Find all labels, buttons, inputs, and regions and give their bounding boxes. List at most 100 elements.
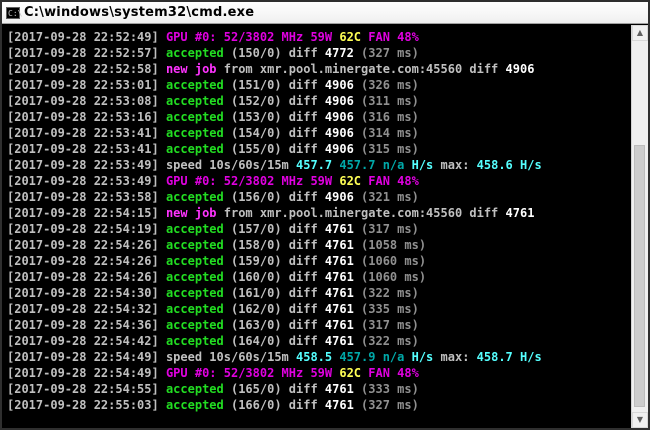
console-text: 458.6 H/s — [476, 158, 542, 172]
console-text: [2017-09-28 22:54:15] — [7, 206, 166, 220]
console-text: GPU #0: 52/3802 MHz 59W — [165, 366, 340, 380]
console-text: (311 ms) — [361, 94, 419, 108]
console-line: [2017-09-28 22:54:49] speed 10s/60s/15m … — [7, 349, 634, 365]
console-text: H/s — [411, 350, 441, 364]
console-text: (162/0) diff — [230, 302, 325, 316]
console-text: [2017-09-28 22:54:26] — [7, 270, 166, 284]
console-text: accepted — [165, 254, 231, 268]
console-line: [2017-09-28 22:53:08] accepted (152/0) d… — [7, 93, 634, 109]
console-text: new job — [165, 62, 224, 76]
console-text: 4906 — [324, 110, 362, 124]
console-text: accepted — [165, 78, 231, 92]
console-text: (161/0) diff — [230, 286, 325, 300]
console-line: [2017-09-28 22:53:16] accepted (153/0) d… — [7, 109, 634, 125]
console-text: (316 ms) — [361, 110, 419, 124]
console-text: speed 10s/60s/15m — [165, 158, 296, 172]
console-text: (317 ms) — [361, 222, 419, 236]
console-text: accepted — [165, 222, 231, 236]
console-text: [2017-09-28 22:53:41] — [7, 126, 166, 140]
console-text: 457.9 n/a — [339, 350, 412, 364]
console-text: [2017-09-28 22:54:19] — [7, 222, 166, 236]
console-text: [2017-09-28 22:54:30] — [7, 286, 166, 300]
console-line: [2017-09-28 22:54:32] accepted (162/0) d… — [7, 301, 634, 317]
console-text: 4906 — [324, 78, 362, 92]
arrow-up-icon[interactable]: ▲ — [632, 25, 648, 41]
console-line: [2017-09-28 22:54:30] accepted (161/0) d… — [7, 285, 634, 301]
console-text: (1060 ms) — [361, 254, 427, 268]
console-text: 4761 — [324, 334, 362, 348]
console-text: (315 ms) — [361, 142, 419, 156]
console-text: (335 ms) — [361, 302, 419, 316]
console-text: 4761 — [324, 222, 362, 236]
vertical-scrollbar[interactable]: ▲ ▼ — [631, 25, 648, 428]
console-line: [2017-09-28 22:53:41] accepted (154/0) d… — [7, 125, 634, 141]
console-text: (152/0) diff — [230, 94, 325, 108]
console-text: accepted — [165, 398, 231, 412]
console-output[interactable]: [2017-09-28 22:52:49] GPU #0: 52/3802 MH… — [2, 25, 634, 428]
console-line: [2017-09-28 22:54:42] accepted (164/0) d… — [7, 333, 634, 349]
console-text: max: — [440, 158, 477, 172]
console-text: 4761 — [505, 206, 535, 220]
console-text: 4761 — [324, 270, 362, 284]
title-bar[interactable]: C:\ C:\windows\system32\cmd.exe — [2, 2, 648, 24]
console-text: [2017-09-28 22:54:49] — [7, 366, 166, 380]
console-line: [2017-09-28 22:52:49] GPU #0: 52/3802 MH… — [7, 29, 634, 45]
console-text: 458.7 H/s — [476, 350, 542, 364]
console-text: (151/0) diff — [230, 78, 325, 92]
console-line: [2017-09-28 22:52:57] accepted (150/0) d… — [7, 45, 634, 61]
console-text: FAN 48% — [368, 30, 419, 44]
console-line: [2017-09-28 22:55:03] accepted (166/0) d… — [7, 397, 634, 413]
console-line: [2017-09-28 22:52:58] new job from xmr.p… — [7, 61, 634, 77]
console-text: [2017-09-28 22:53:16] — [7, 110, 166, 124]
console-line: [2017-09-28 22:54:26] accepted (160/0) d… — [7, 269, 634, 285]
console-text: 62C — [339, 30, 369, 44]
console-text: accepted — [165, 94, 231, 108]
console-text: [2017-09-28 22:54:26] — [7, 238, 166, 252]
console-text: (333 ms) — [361, 382, 419, 396]
console-text: (166/0) diff — [230, 398, 325, 412]
cmd-window: C:\ C:\windows\system32\cmd.exe [2017-09… — [0, 0, 650, 430]
console-text: (327 ms) — [361, 46, 419, 60]
console-text: accepted — [165, 238, 231, 252]
console-text: [2017-09-28 22:52:58] — [7, 62, 166, 76]
window-title: C:\windows\system32\cmd.exe — [24, 5, 255, 20]
console-text: 62C — [339, 366, 369, 380]
console-text: accepted — [165, 286, 231, 300]
console-line: [2017-09-28 22:54:26] accepted (158/0) d… — [7, 237, 634, 253]
console-line: [2017-09-28 22:54:26] accepted (159/0) d… — [7, 253, 634, 269]
console-text: accepted — [165, 302, 231, 316]
console-text: (1060 ms) — [361, 270, 427, 284]
console-text: 458.5 — [296, 350, 340, 364]
console-text: from xmr.pool.minergate.com:45560 diff — [223, 62, 506, 76]
console-text: 457.7 — [296, 158, 340, 172]
console-text: accepted — [165, 46, 231, 60]
console-line: [2017-09-28 22:53:01] accepted (151/0) d… — [7, 77, 634, 93]
console-text: (160/0) diff — [230, 270, 325, 284]
console-text: [2017-09-28 22:52:49] — [7, 30, 166, 44]
console-text: (159/0) diff — [230, 254, 325, 268]
console-text: (322 ms) — [361, 286, 419, 300]
console-text: accepted — [165, 270, 231, 284]
console-text: FAN 48% — [368, 174, 419, 188]
console-text: speed 10s/60s/15m — [165, 350, 296, 364]
console-text: accepted — [165, 142, 231, 156]
console-text: (322 ms) — [361, 334, 419, 348]
console-text: accepted — [165, 334, 231, 348]
console-text: [2017-09-28 22:53:49] — [7, 174, 166, 188]
console-text: 457.7 n/a — [339, 158, 412, 172]
console-text: 4906 — [505, 62, 535, 76]
console-text: 4761 — [324, 238, 362, 252]
console-text: [2017-09-28 22:54:49] — [7, 350, 166, 364]
console-text: new job — [165, 206, 224, 220]
console-text: 4761 — [324, 398, 362, 412]
console-line: [2017-09-28 22:53:58] accepted (156/0) d… — [7, 189, 634, 205]
console-text: 4906 — [324, 142, 362, 156]
console-text: [2017-09-28 22:53:08] — [7, 94, 166, 108]
console-text: accepted — [165, 126, 231, 140]
scrollbar-thumb[interactable] — [634, 145, 645, 407]
arrow-down-icon[interactable]: ▼ — [632, 412, 648, 428]
cmd-icon[interactable]: C:\ — [6, 6, 22, 19]
console-text: (326 ms) — [361, 78, 419, 92]
console-line: [2017-09-28 22:54:19] accepted (157/0) d… — [7, 221, 634, 237]
console-text: 4906 — [324, 126, 362, 140]
